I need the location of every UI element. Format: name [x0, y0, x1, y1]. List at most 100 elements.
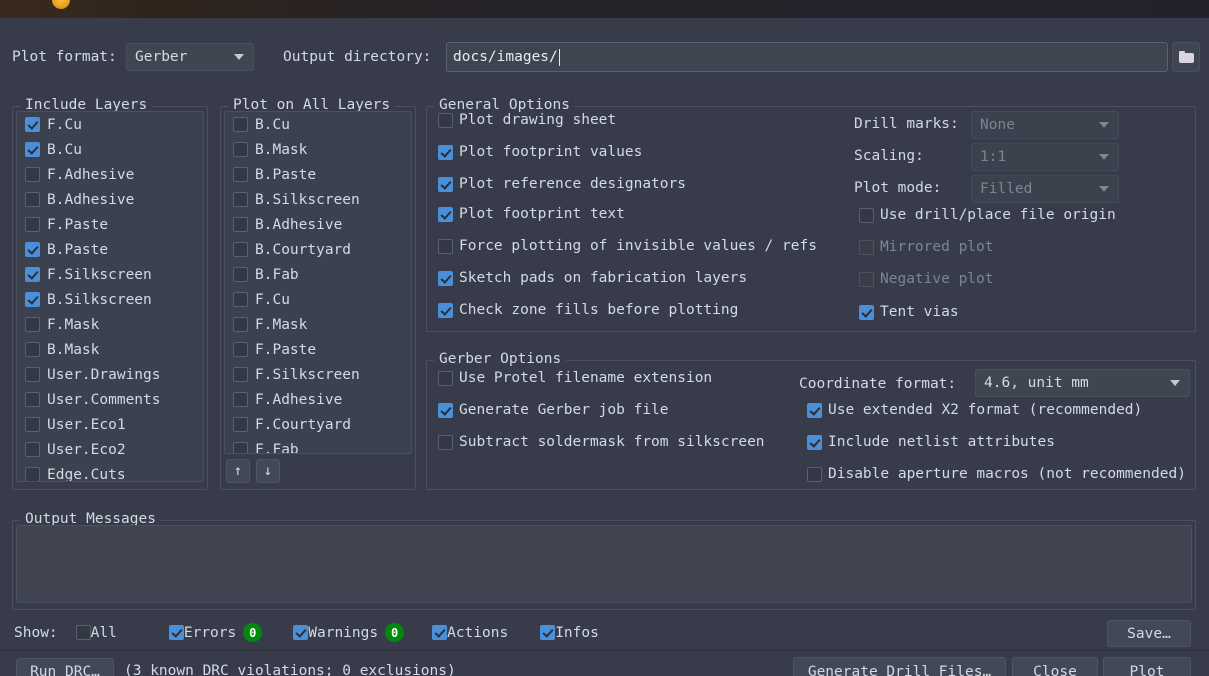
list-item[interactable]: B.Silkscreen	[17, 287, 203, 312]
checkbox[interactable]	[233, 392, 248, 407]
list-item[interactable]: B.Cu	[225, 112, 411, 137]
general-option-checkbox[interactable]: Sketch pads on fabrication layers	[438, 270, 747, 286]
list-item[interactable]: F.Paste	[225, 337, 411, 362]
coordinate-format-select[interactable]: 4.6, unit mm	[975, 369, 1190, 397]
checkbox[interactable]	[25, 467, 40, 481]
general-option-checkbox[interactable]: Tent vias	[859, 304, 959, 320]
scaling-select[interactable]: 1:1	[971, 143, 1119, 171]
general-option-checkbox[interactable]: Mirrored plot	[859, 239, 994, 255]
checkbox[interactable]	[25, 242, 40, 257]
gerber-option-checkbox[interactable]: Use Protel filename extension	[438, 370, 712, 386]
list-item[interactable]: F.Fab	[225, 437, 411, 453]
checkbox[interactable]	[293, 625, 309, 640]
show-filter-infos[interactable]: Infos	[540, 625, 599, 641]
arrow-down-icon[interactable]: ↓	[256, 459, 280, 483]
checkbox[interactable]	[233, 267, 248, 282]
checkbox[interactable]	[25, 392, 40, 407]
checkbox[interactable]	[233, 292, 248, 307]
list-item[interactable]: B.Adhesive	[225, 212, 411, 237]
checkbox[interactable]	[233, 242, 248, 257]
checkbox[interactable]	[233, 367, 248, 382]
checkbox[interactable]	[25, 117, 40, 132]
checkbox[interactable]	[807, 434, 822, 450]
list-item[interactable]: F.Mask	[17, 312, 203, 337]
checkbox[interactable]	[25, 367, 40, 382]
checkbox[interactable]	[438, 270, 453, 286]
drill-marks-select[interactable]: None	[971, 111, 1119, 139]
list-item[interactable]: F.Silkscreen	[17, 262, 203, 287]
general-option-checkbox[interactable]: Force plotting of invisible values / ref…	[438, 238, 817, 254]
checkbox[interactable]	[438, 434, 453, 450]
list-item[interactable]: Edge.Cuts	[17, 462, 203, 481]
checkbox[interactable]	[438, 302, 453, 318]
general-option-checkbox[interactable]: Plot footprint text	[438, 206, 625, 222]
show-filter-all[interactable]: All	[75, 625, 117, 641]
list-item[interactable]: User.Eco1	[17, 412, 203, 437]
checkbox[interactable]	[438, 112, 453, 128]
gerber-option-checkbox[interactable]: Include netlist attributes	[807, 434, 1055, 450]
general-option-checkbox[interactable]: Plot footprint values	[438, 144, 642, 160]
checkbox[interactable]	[25, 192, 40, 207]
checkbox[interactable]	[807, 402, 822, 418]
show-filter-warnings[interactable]: Warnings 0	[293, 623, 405, 642]
list-item[interactable]: User.Eco2	[17, 437, 203, 462]
general-option-checkbox[interactable]: Use drill/place file origin	[859, 207, 1116, 223]
show-filter-errors[interactable]: Errors 0	[168, 623, 263, 642]
browse-folder-button[interactable]	[1172, 42, 1200, 72]
checkbox[interactable]	[233, 142, 248, 157]
checkbox[interactable]	[233, 117, 248, 132]
checkbox[interactable]	[807, 466, 822, 482]
list-item[interactable]: B.Fab	[225, 262, 411, 287]
list-item[interactable]: B.Adhesive	[17, 187, 203, 212]
list-item[interactable]: B.Cu	[17, 137, 203, 162]
close-button[interactable]: Close	[1012, 657, 1098, 676]
checkbox[interactable]	[438, 206, 453, 222]
run-drc-button[interactable]: Run DRC…	[16, 658, 114, 676]
general-option-checkbox[interactable]: Plot reference designators	[438, 176, 686, 192]
save-button[interactable]: Save…	[1107, 620, 1191, 647]
checkbox[interactable]	[233, 417, 248, 432]
plot-on-all-layers-list[interactable]: B.Cu B.Mask B.Paste B.Silkscreen B.Adhesive B…	[224, 111, 412, 454]
general-option-checkbox[interactable]: Negative plot	[859, 271, 994, 287]
list-item[interactable]: F.Adhesive	[225, 387, 411, 412]
checkbox[interactable]	[233, 217, 248, 232]
include-layers-list[interactable]: F.Cu B.Cu F.Adhesive B.Adhesive F.Paste B.Pas…	[16, 111, 204, 482]
checkbox[interactable]	[233, 442, 248, 453]
checkbox[interactable]	[25, 417, 40, 432]
checkbox[interactable]	[25, 292, 40, 307]
checkbox[interactable]	[25, 267, 40, 282]
list-item[interactable]: F.Adhesive	[17, 162, 203, 187]
checkbox[interactable]	[233, 317, 248, 332]
plot-button[interactable]: Plot	[1103, 657, 1191, 676]
list-item[interactable]: B.Courtyard	[225, 237, 411, 262]
output-messages-textarea[interactable]	[16, 525, 1192, 603]
show-filter-actions[interactable]: Actions	[432, 625, 508, 641]
checkbox[interactable]	[438, 176, 453, 192]
list-item[interactable]: F.Cu	[17, 112, 203, 137]
checkbox[interactable]	[25, 217, 40, 232]
list-item[interactable]: B.Mask	[17, 337, 203, 362]
plot-mode-select[interactable]: Filled	[971, 175, 1119, 203]
checkbox[interactable]	[75, 625, 91, 640]
checkbox[interactable]	[438, 402, 453, 418]
gerber-option-checkbox[interactable]: Generate Gerber job file	[438, 402, 669, 418]
list-item[interactable]: F.Cu	[225, 287, 411, 312]
checkbox[interactable]	[233, 192, 248, 207]
list-item[interactable]: User.Comments	[17, 387, 203, 412]
checkbox[interactable]	[25, 317, 40, 332]
general-option-checkbox[interactable]: Check zone fills before plotting	[438, 302, 738, 318]
checkbox[interactable]	[233, 167, 248, 182]
checkbox[interactable]	[438, 370, 453, 386]
list-item[interactable]: F.Courtyard	[225, 412, 411, 437]
checkbox[interactable]	[233, 342, 248, 357]
checkbox[interactable]	[432, 625, 448, 640]
checkbox[interactable]	[859, 271, 874, 287]
checkbox[interactable]	[25, 342, 40, 357]
arrow-up-icon[interactable]: ↑	[226, 459, 250, 483]
list-item[interactable]: F.Paste	[17, 212, 203, 237]
checkbox[interactable]	[438, 144, 453, 160]
gerber-option-checkbox[interactable]: Disable aperture macros (not recommended…	[807, 466, 1186, 482]
list-item[interactable]: B.Paste	[225, 162, 411, 187]
checkbox[interactable]	[438, 238, 453, 254]
list-item[interactable]: F.Silkscreen	[225, 362, 411, 387]
